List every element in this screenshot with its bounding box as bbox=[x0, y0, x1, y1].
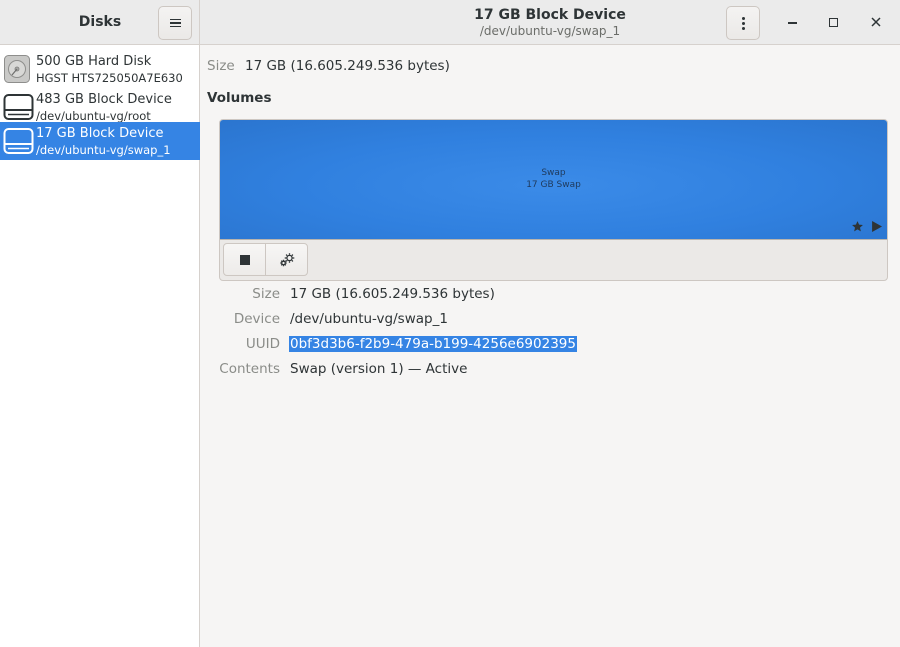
volume-name: Swap bbox=[541, 168, 566, 178]
sidebar-item-500gb-hard-disk[interactable]: 500 GB Hard Disk HGST HTS725050A7E630 bbox=[0, 50, 200, 88]
close-button[interactable] bbox=[866, 12, 886, 32]
volumes-heading: Volumes bbox=[207, 90, 272, 106]
gears-icon bbox=[280, 252, 295, 266]
detail-device-value: /dev/ubuntu-vg/swap_1 bbox=[290, 311, 448, 327]
disk-name: 17 GB Block Device bbox=[36, 126, 164, 141]
device-size-value: 17 GB (16.605.249.536 bytes) bbox=[245, 58, 450, 74]
detail-contents-value: Swap (version 1) — Active bbox=[290, 361, 468, 377]
main-menu-button[interactable] bbox=[158, 6, 192, 40]
partition-options-button[interactable] bbox=[266, 244, 308, 275]
volume-description: 17 GB Swap bbox=[526, 180, 581, 190]
disk-path: /dev/ubuntu-vg/swap_1 bbox=[36, 143, 171, 157]
disk-model: HGST HTS725050A7E630 bbox=[36, 71, 183, 85]
sidebar-header: Disks bbox=[0, 0, 200, 45]
detail-uuid-label: UUID bbox=[245, 336, 280, 352]
drive-options-button[interactable] bbox=[726, 6, 760, 40]
volume-toolbar bbox=[223, 243, 308, 276]
disk-path: /dev/ubuntu-vg/root bbox=[36, 109, 151, 123]
close-icon bbox=[871, 17, 881, 27]
detail-size-value: 17 GB (16.605.249.536 bytes) bbox=[290, 286, 495, 302]
device-size-label: Size bbox=[207, 58, 235, 74]
detail-device-label: Device bbox=[233, 311, 280, 327]
disk-list: 500 GB Hard Disk HGST HTS725050A7E630 48… bbox=[0, 45, 200, 647]
star-icon bbox=[852, 221, 863, 232]
hard-disk-icon bbox=[3, 54, 34, 84]
minimize-button[interactable] bbox=[782, 12, 802, 32]
sidebar-item-483gb-block-device[interactable]: 483 GB Block Device /dev/ubuntu-vg/root bbox=[0, 88, 200, 126]
play-icon bbox=[872, 221, 882, 232]
deactivate-swap-button[interactable] bbox=[224, 244, 266, 275]
detail-size-label: Size bbox=[252, 286, 280, 302]
disk-name: 500 GB Hard Disk bbox=[36, 54, 152, 69]
stop-icon bbox=[239, 254, 250, 265]
hamburger-icon bbox=[169, 18, 181, 28]
uuid-selected-text[interactable]: 0bf3d3b6-f2b9-479a-b199-4256e6902395 bbox=[289, 336, 577, 352]
detail-uuid-value[interactable]: 0bf3d3b6-f2b9-479a-b199-4256e6902395 bbox=[289, 336, 577, 352]
detail-contents-label: Contents bbox=[219, 361, 280, 377]
swap-volume-block[interactable]: Swap 17 GB Swap bbox=[220, 120, 887, 240]
minimize-icon bbox=[787, 22, 797, 24]
block-device-icon bbox=[3, 126, 34, 156]
sidebar-item-17gb-block-device[interactable]: 17 GB Block Device /dev/ubuntu-vg/swap_1 bbox=[0, 122, 200, 160]
volume-grid: Swap 17 GB Swap bbox=[219, 119, 888, 281]
device-details-pane: Size 17 GB (16.605.249.536 bytes) Volume… bbox=[201, 45, 900, 647]
maximize-button[interactable] bbox=[823, 12, 843, 32]
disk-name: 483 GB Block Device bbox=[36, 92, 172, 107]
block-device-icon bbox=[3, 92, 34, 122]
maximize-icon bbox=[828, 17, 838, 27]
more-vertical-icon bbox=[741, 16, 745, 30]
header-bar: Disks 17 GB Block Device /dev/ubuntu-vg/… bbox=[0, 0, 900, 45]
